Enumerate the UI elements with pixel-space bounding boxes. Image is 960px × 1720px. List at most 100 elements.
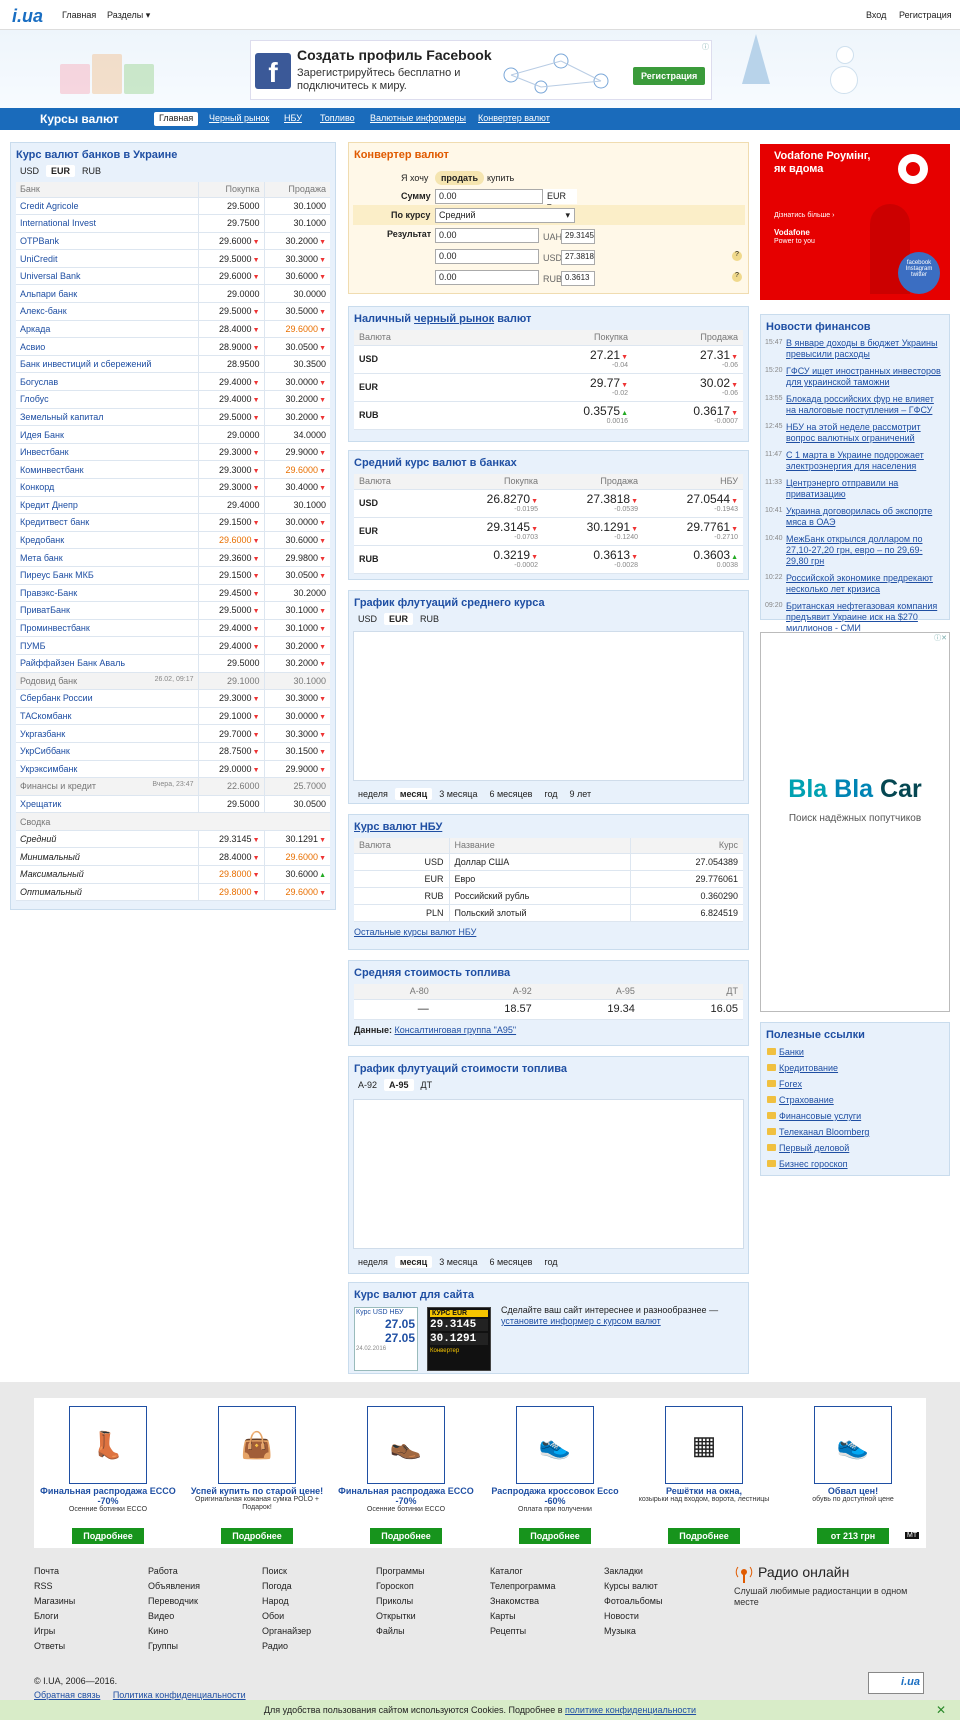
useful-link-item[interactable]: Банки: [761, 1044, 949, 1060]
bank-name[interactable]: ТАСкомбанк: [20, 711, 72, 721]
site-logo[interactable]: i.ua: [12, 6, 43, 27]
footer-link[interactable]: Программы: [376, 1564, 425, 1579]
bank-name[interactable]: Земельный капитал: [20, 412, 104, 422]
promo-button[interactable]: Подробнее: [221, 1528, 293, 1544]
promo-item[interactable]: 👟 Распродажа кроссовок Ecco -60% Оплата пр…: [481, 1398, 629, 1544]
bank-name-cell[interactable]: Сбербанк России: [16, 689, 198, 708]
bank-name[interactable]: Проминвестбанк: [20, 623, 90, 633]
footer-link[interactable]: Поиск: [262, 1564, 311, 1579]
footer-link[interactable]: Карты: [490, 1609, 556, 1624]
bank-row[interactable]: ПриватБанк 29.500030.1000: [16, 601, 330, 620]
bank-row[interactable]: Родовид банк 26.02, 09:17 29.1000 30.1000: [16, 672, 330, 691]
useful-link[interactable]: Кредитование: [779, 1063, 838, 1073]
footer-link[interactable]: Файлы: [376, 1624, 425, 1639]
avg-chart-period-tab[interactable]: неделя: [353, 788, 393, 800]
fb-register-button[interactable]: Регистрация: [633, 67, 706, 85]
news-item[interactable]: 10:41 Украина договорилась об экспорте мя…: [761, 504, 949, 532]
vodafone-more[interactable]: Дізнатись більше ›: [774, 212, 834, 219]
news-item[interactable]: 15:47 В январе доходы в бюджет Украины пр…: [761, 336, 949, 364]
tab-eur[interactable]: EUR: [46, 165, 76, 177]
fuel-chart-type-tab[interactable]: А-95: [384, 1079, 414, 1091]
useful-link-item[interactable]: Бизнес гороскоп: [761, 1156, 949, 1172]
bank-name-cell[interactable]: Кредобанк: [16, 531, 198, 550]
blablacar-ad[interactable]: ⓘ✕ Bla Bla Car Поиск надёжных попутчиков: [760, 632, 950, 1012]
informer-eur-widget[interactable]: КУРС EUR 29.3145 30.1291 Конвертер: [427, 1307, 491, 1371]
buy-toggle[interactable]: купить: [487, 173, 514, 183]
rate-select[interactable]: Средний ▾: [435, 208, 575, 223]
currency-select[interactable]: EUR ▾: [543, 189, 577, 211]
bank-name-cell[interactable]: Алекс-банк: [16, 302, 198, 321]
promo-item[interactable]: 👢 Финальная распродажа ECCO -70% Осенние б…: [34, 1398, 182, 1544]
bank-name-cell[interactable]: Мета банк: [16, 548, 198, 567]
bank-name[interactable]: Кредобанк: [20, 535, 64, 545]
news-item[interactable]: 12:45 НБУ на этой неделе рассмотрит вопро…: [761, 420, 949, 448]
bank-name-cell[interactable]: Пиреус Банк МКБ: [16, 566, 198, 585]
bank-name-cell[interactable]: Богуслав: [16, 372, 198, 392]
avg-chart-period-tab[interactable]: 6 месяцев: [484, 788, 537, 800]
shoe-icon[interactable]: 👞: [367, 1406, 445, 1484]
promo-item[interactable]: 👟 Обвал цен! обувь по доступной цене от 213…: [779, 1398, 927, 1544]
fuel-chart-canvas[interactable]: [353, 1099, 744, 1249]
bank-row[interactable]: ПУМБ 29.400030.2000: [16, 636, 330, 655]
bank-name-cell[interactable]: Credit Agricole: [16, 197, 198, 216]
bank-name-cell[interactable]: Глобус: [16, 390, 198, 409]
news-item[interactable]: 13:55 Блокада российских фур не влияет на…: [761, 392, 949, 420]
bank-name[interactable]: Алекс-банк: [20, 306, 67, 316]
bank-name[interactable]: Райффайзен Банк Аваль: [20, 658, 125, 668]
footer-link[interactable]: Рецепты: [490, 1624, 556, 1639]
avg-chart-currency-tab[interactable]: RUB: [415, 613, 444, 625]
bank-row[interactable]: Финансы и кредит Вчера, 23:47 22.6000 25.70…: [16, 777, 330, 796]
fuel-chart-period-tab[interactable]: месяц: [394, 1256, 433, 1268]
bank-name[interactable]: Укрэксимбанк: [20, 764, 77, 774]
fuel-chart-period-tab[interactable]: 3 месяца: [434, 1256, 482, 1268]
bank-row[interactable]: Кредобанк 29.600030.6000: [16, 531, 330, 550]
bank-row[interactable]: Сбербанк России 29.300030.3000: [16, 689, 330, 708]
bank-row[interactable]: Кредитвест банк 29.150030.0000: [16, 513, 330, 532]
bank-row[interactable]: Universal Bank 29.600030.6000: [16, 267, 330, 286]
bank-name-cell[interactable]: Конкорд: [16, 478, 198, 497]
promo-title[interactable]: Финальная распродажа ECCO -70%: [332, 1486, 480, 1506]
bank-name[interactable]: Хрещатик: [20, 799, 61, 809]
bank-name[interactable]: UniCredit: [20, 254, 58, 264]
informer-link[interactable]: установите информер с курсом валют: [501, 1316, 661, 1326]
footer-link[interactable]: Переводчик: [148, 1594, 200, 1609]
useful-link[interactable]: Бизнес гороскоп: [779, 1159, 848, 1169]
bank-name[interactable]: Богуслав: [20, 377, 58, 387]
footer-link[interactable]: Знакомства: [490, 1594, 556, 1609]
tab-rub[interactable]: RUB: [77, 165, 106, 177]
promo-button[interactable]: от 213 грн: [817, 1528, 889, 1544]
footer-link[interactable]: Органайзер: [262, 1624, 311, 1639]
bank-row[interactable]: Банк инвестиций и сбережений 28.9500 30.35…: [16, 355, 330, 374]
result-uah-rate[interactable]: 29.3145: [561, 229, 595, 244]
avg-chart-period-tab[interactable]: 3 месяца: [434, 788, 482, 800]
bank-row[interactable]: Коминвестбанк 29.300029.6000: [16, 460, 330, 479]
footer-link[interactable]: Почта: [34, 1564, 75, 1579]
bank-row[interactable]: Аркада 28.400029.6000: [16, 320, 330, 339]
tab-main[interactable]: Главная: [154, 112, 199, 126]
bank-name-cell[interactable]: International Invest: [16, 214, 198, 233]
promo-button[interactable]: Подробнее: [72, 1528, 144, 1544]
footer-link[interactable]: Гороскоп: [376, 1579, 425, 1594]
bank-row[interactable]: Райффайзен Банк Аваль 29.5000 30.2000: [16, 654, 330, 673]
bank-row[interactable]: Проминвестбанк 29.400030.1000: [16, 619, 330, 638]
grate-icon[interactable]: ▦: [665, 1406, 743, 1484]
promo-title[interactable]: Распродажа кроссовок Ecco -60%: [481, 1486, 629, 1506]
catalog-badge[interactable]: i.ua: [868, 1672, 924, 1694]
bank-name-cell[interactable]: Universal Bank: [16, 267, 198, 286]
adchoices-icon[interactable]: ⓘ✕: [934, 633, 947, 643]
bank-name[interactable]: Пиреус Банк МКБ: [20, 570, 94, 580]
bank-name[interactable]: OTPBank: [20, 236, 59, 246]
footer-link[interactable]: Ответы: [34, 1639, 75, 1654]
vodafone-ad[interactable]: Vodafone Роумінг, як вдома Дізнатись біл…: [760, 144, 950, 300]
useful-link[interactable]: Первый деловой: [779, 1143, 849, 1153]
footer-link[interactable]: Блоги: [34, 1609, 75, 1624]
bank-name[interactable]: Credit Agricole: [20, 201, 79, 211]
privacy-link[interactable]: Политика конфиденциальности: [113, 1690, 246, 1700]
bank-row[interactable]: OTPBank 29.600030.2000: [16, 232, 330, 251]
footer-link[interactable]: Открытки: [376, 1609, 425, 1624]
bank-name-cell[interactable]: Родовид банк 26.02, 09:17: [16, 672, 198, 691]
bank-name[interactable]: Коминвестбанк: [20, 465, 84, 475]
news-item[interactable]: 11:33 Центрэнерго отправили на приватизац…: [761, 476, 949, 504]
news-link[interactable]: С 1 марта в Украине подорожает электроэн…: [786, 450, 945, 472]
bank-name[interactable]: Конкорд: [20, 482, 54, 492]
